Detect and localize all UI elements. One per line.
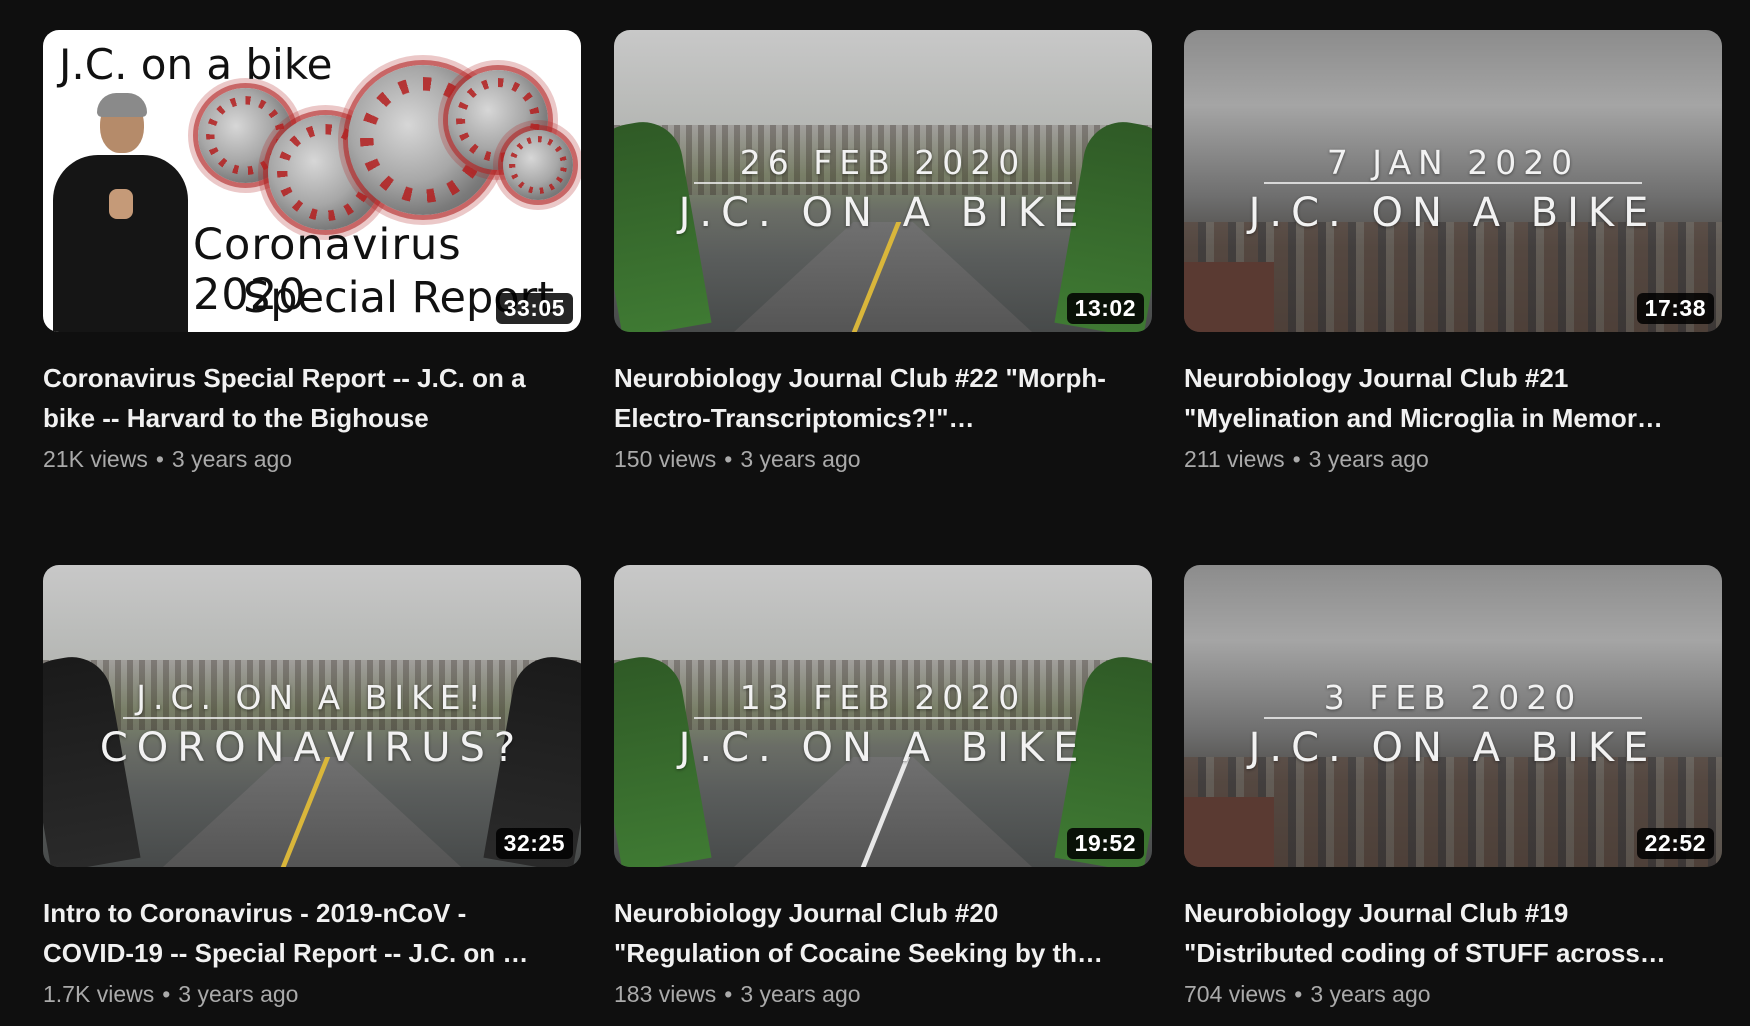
video-thumbnail[interactable]: 26 FEB 2020 J.C. ON A BIKE 13:02 xyxy=(614,30,1152,332)
upload-age: 3 years ago xyxy=(171,446,293,472)
video-title[interactable]: Neurobiology Journal Club #19 "Distribut… xyxy=(1184,893,1694,973)
duration-badge: 22:52 xyxy=(1636,828,1714,859)
video-thumbnail[interactable]: J.C. on a bike Coronavirus 2020 Special … xyxy=(43,30,581,332)
duration-badge: 33:05 xyxy=(495,293,573,324)
video-grid: J.C. on a bike Coronavirus 2020 Special … xyxy=(0,0,1750,1026)
video-thumbnail[interactable]: 7 JAN 2020 J.C. ON A BIKE 17:38 xyxy=(1184,30,1722,332)
thumbnail-heading: J.C. on a bike xyxy=(59,40,333,89)
duration-badge: 17:38 xyxy=(1636,293,1714,324)
separator: • xyxy=(1292,446,1301,472)
road-graphic xyxy=(734,222,1032,332)
duration-badge: 13:02 xyxy=(1066,293,1144,324)
video-meta: 1.7K views • 3 years ago xyxy=(43,981,581,1008)
video-meta: 150 views • 3 years ago xyxy=(614,446,1152,473)
thumbnail-date: 26 FEB 2020 xyxy=(739,143,1027,182)
video-meta: 183 views • 3 years ago xyxy=(614,981,1152,1008)
thumbnail-caption: J.C. ON A BIKE xyxy=(678,725,1088,771)
video-card[interactable]: 26 FEB 2020 J.C. ON A BIKE 13:02 Neurobi… xyxy=(614,30,1152,473)
video-meta: 704 views • 3 years ago xyxy=(1184,981,1722,1008)
video-card[interactable]: J.C. on a bike Coronavirus 2020 Special … xyxy=(43,30,581,473)
divider xyxy=(694,717,1072,719)
separator: • xyxy=(162,981,171,1007)
duration-badge: 19:52 xyxy=(1066,828,1144,859)
thumbnail-caption: J.C. ON A BIKE xyxy=(1248,725,1658,771)
thumbnail-caption: J.C. ON A BIKE! xyxy=(136,678,488,717)
duration-badge: 32:25 xyxy=(495,828,573,859)
virus-graphic xyxy=(503,130,573,200)
video-title[interactable]: Neurobiology Journal Club #20 "Regulatio… xyxy=(614,893,1124,973)
view-count: 704 views xyxy=(1184,981,1287,1007)
video-title[interactable]: Intro to Coronavirus - 2019-nCoV - COVID… xyxy=(43,893,553,973)
video-thumbnail[interactable]: 13 FEB 2020 J.C. ON A BIKE 19:52 xyxy=(614,565,1152,867)
view-count: 21K views xyxy=(43,446,148,472)
thumbnail-caption: J.C. ON A BIKE xyxy=(1248,190,1658,236)
divider xyxy=(1264,182,1642,184)
video-meta: 211 views • 3 years ago xyxy=(1184,446,1722,473)
video-thumbnail[interactable]: 3 FEB 2020 J.C. ON A BIKE 22:52 xyxy=(1184,565,1722,867)
view-count: 150 views xyxy=(614,446,717,472)
thumbnail-date: 3 FEB 2020 xyxy=(1323,678,1583,717)
thumbnail-caption: J.C. ON A BIKE xyxy=(678,190,1088,236)
video-title[interactable]: Neurobiology Journal Club #22 "Morph-Ele… xyxy=(614,358,1124,438)
view-count: 183 views xyxy=(614,981,717,1007)
road-graphic xyxy=(734,757,1032,867)
upload-age: 3 years ago xyxy=(1308,446,1429,472)
video-card[interactable]: J.C. ON A BIKE! CORONAVIRUS? 32:25 Intro… xyxy=(43,565,581,1008)
upload-age: 3 years ago xyxy=(740,446,861,472)
video-thumbnail[interactable]: J.C. ON A BIKE! CORONAVIRUS? 32:25 xyxy=(43,565,581,867)
view-count: 1.7K views xyxy=(43,981,155,1007)
road-graphic xyxy=(163,757,461,867)
presenter-photo xyxy=(53,93,188,332)
divider xyxy=(694,182,1072,184)
thumbnail-date: 7 JAN 2020 xyxy=(1326,143,1580,182)
view-count: 211 views xyxy=(1184,446,1285,472)
separator: • xyxy=(155,446,164,472)
video-title[interactable]: Coronavirus Special Report -- J.C. on a … xyxy=(43,358,553,438)
video-meta: 21K views • 3 years ago xyxy=(43,446,581,473)
thumbnail-date: 13 FEB 2020 xyxy=(739,678,1027,717)
video-card[interactable]: 7 JAN 2020 J.C. ON A BIKE 17:38 Neurobio… xyxy=(1184,30,1722,473)
video-card[interactable]: 13 FEB 2020 J.C. ON A BIKE 19:52 Neurobi… xyxy=(614,565,1152,1008)
thumbnail-caption: CORONAVIRUS? xyxy=(99,725,525,771)
upload-age: 3 years ago xyxy=(740,981,861,1007)
divider xyxy=(1264,717,1642,719)
separator: • xyxy=(724,981,733,1007)
video-card[interactable]: 3 FEB 2020 J.C. ON A BIKE 22:52 Neurobio… xyxy=(1184,565,1722,1008)
separator: • xyxy=(1294,981,1303,1007)
separator: • xyxy=(724,446,733,472)
video-title[interactable]: Neurobiology Journal Club #21 "Myelinati… xyxy=(1184,358,1694,438)
upload-age: 3 years ago xyxy=(178,981,299,1007)
upload-age: 3 years ago xyxy=(1310,981,1431,1007)
divider xyxy=(123,717,501,719)
